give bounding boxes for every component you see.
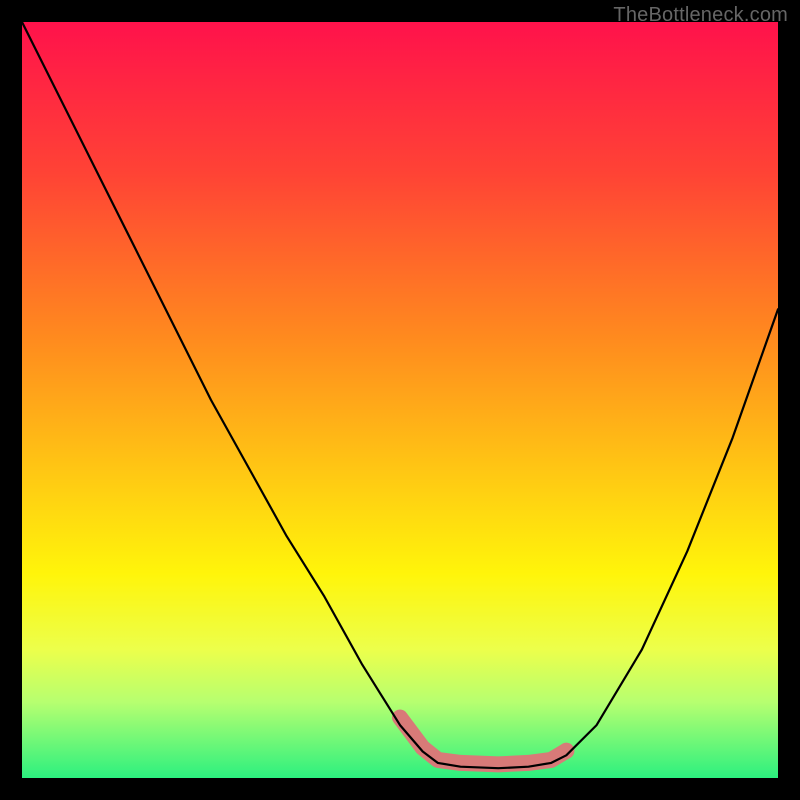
marker-band (400, 718, 566, 765)
curve-layer (22, 22, 778, 778)
chart-frame: TheBottleneck.com (0, 0, 800, 800)
watermark-text: TheBottleneck.com (613, 4, 788, 27)
plot-area (22, 22, 778, 778)
main-curve (22, 22, 778, 768)
